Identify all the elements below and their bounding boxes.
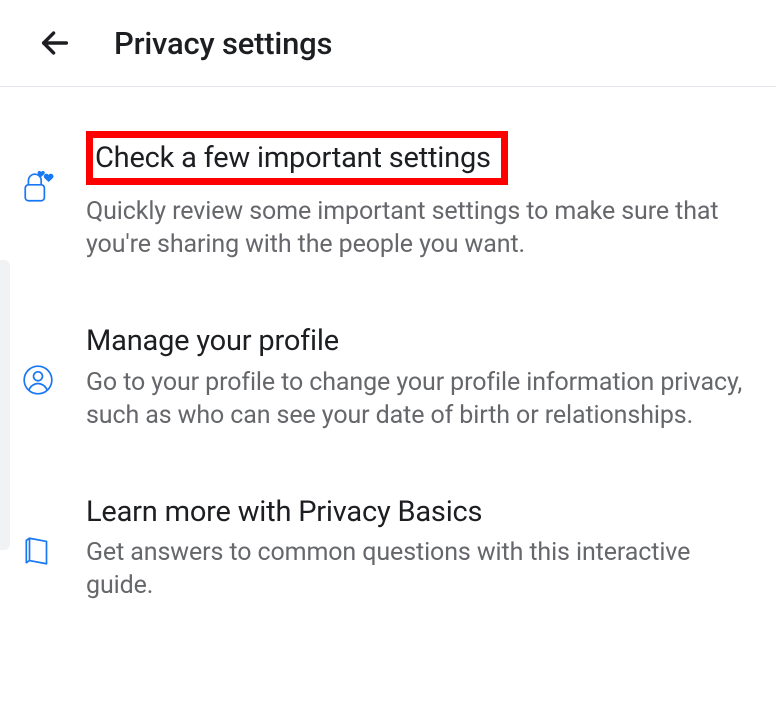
settings-list: Check a few important settings Quickly r…: [0, 87, 776, 612]
item-desc: Get answers to common questions with thi…: [86, 536, 744, 602]
item-body: Check a few important settings Quickly r…: [58, 131, 744, 261]
book-icon: [18, 494, 58, 568]
item-desc: Go to your profile to change your profil…: [86, 366, 744, 432]
item-body: Manage your profile Go to your profile t…: [58, 323, 744, 431]
header: Privacy settings: [0, 0, 776, 87]
person-circle-icon: [18, 323, 58, 397]
item-desc: Quickly review some important settings t…: [86, 195, 744, 261]
item-title: Check a few important settings: [95, 141, 491, 175]
setting-check-important[interactable]: Check a few important settings Quickly r…: [18, 131, 744, 261]
page-title: Privacy settings: [114, 25, 332, 62]
lock-heart-icon: [18, 131, 58, 205]
arrow-left-icon: [38, 26, 72, 60]
item-title: Learn more with Privacy Basics: [86, 494, 744, 530]
back-button[interactable]: [36, 24, 74, 62]
scrollbar-track[interactable]: [0, 260, 10, 550]
item-title: Manage your profile: [86, 323, 744, 359]
setting-manage-profile[interactable]: Manage your profile Go to your profile t…: [18, 323, 744, 431]
highlight-box: Check a few important settings: [86, 131, 508, 185]
setting-privacy-basics[interactable]: Learn more with Privacy Basics Get answe…: [18, 494, 744, 602]
item-body: Learn more with Privacy Basics Get answe…: [58, 494, 744, 602]
